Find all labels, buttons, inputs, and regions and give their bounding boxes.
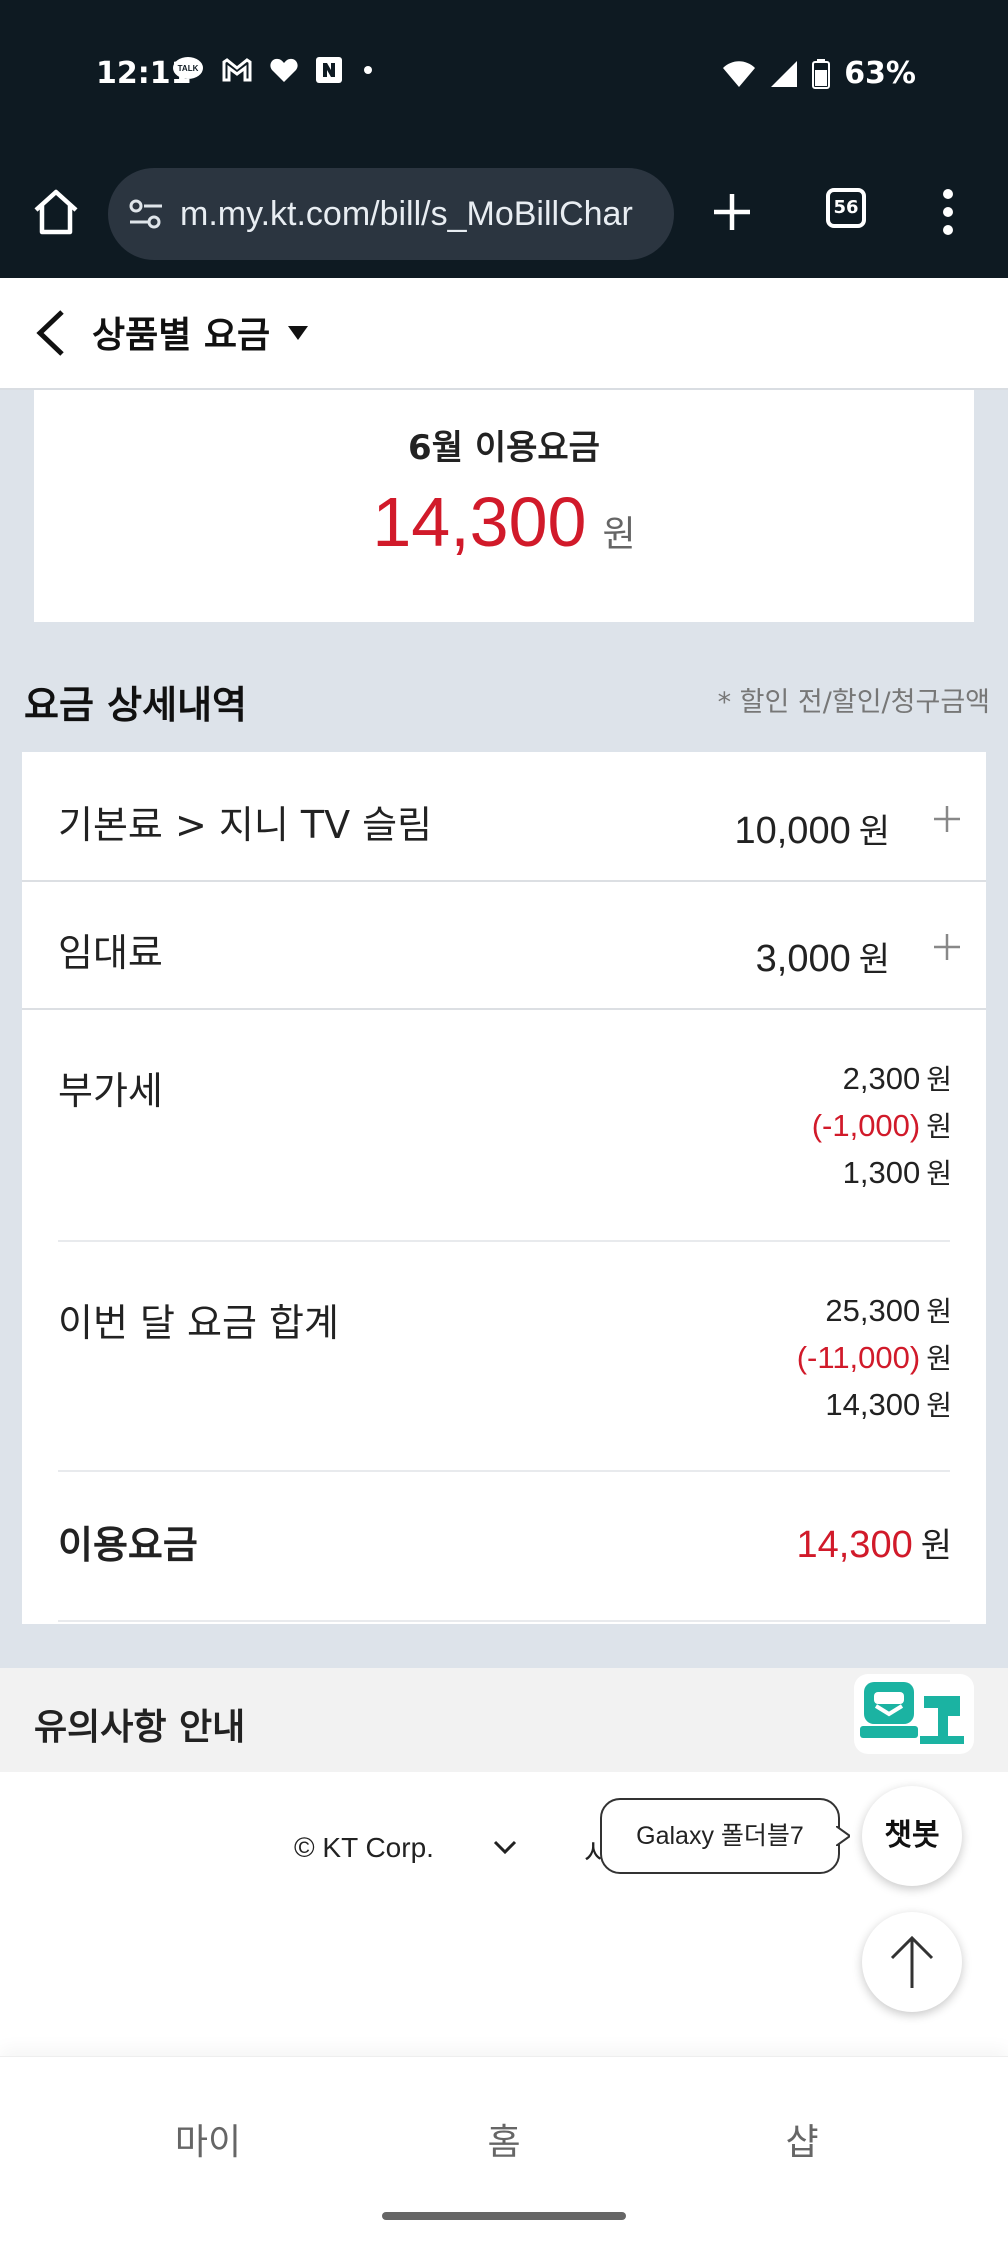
battery-percent: 63%	[844, 56, 916, 91]
detail-row-vat: 부가세 2,300 원 (-1,000) 원 1,300 원	[22, 1010, 986, 1230]
nav-home[interactable]: 홈	[424, 2113, 584, 2165]
arrow-up-icon	[890, 1935, 934, 1988]
chatbot-button[interactable]: 챗봇	[862, 1786, 962, 1886]
site-settings-icon[interactable]	[126, 194, 166, 234]
more-menu-icon[interactable]	[940, 186, 956, 238]
notification-icons: TALK	[172, 56, 376, 84]
usage-fee-amount: 14,300	[796, 1524, 913, 1566]
summary-amount: 14,300	[372, 483, 587, 561]
detail-row-month-total: 이번 달 요금 합계 25,300 원 (-11,000) 원 14,300 원	[22, 1242, 986, 1468]
footer: © KT Corp. 시 Galaxy 폴더블7 챗봇	[0, 1772, 1008, 2056]
new-tab-icon[interactable]	[706, 186, 758, 238]
usage-fee-value: 14,300 원	[796, 1518, 952, 1567]
expand-plus-icon[interactable]	[932, 932, 962, 962]
monthly-summary-card: 6월 이용요금 14,300 원	[34, 390, 974, 622]
charge-details-card: 기본료 > 지니 TV 슬림 10,000 원 임대료 3,000 원 부가세 2,…	[22, 752, 986, 1624]
chevron-down-icon[interactable]	[492, 1838, 518, 1856]
scroll-top-button[interactable]	[862, 1912, 962, 2012]
row-label: 임대료	[58, 931, 163, 975]
address-bar[interactable]: m.my.kt.com/bill/s_MoBillChar	[108, 168, 674, 260]
status-bar: 12:11 TALK 63%	[0, 0, 1008, 150]
row-label: 기본료 > 지니 TV 슬림	[58, 803, 433, 847]
naver-icon	[316, 57, 342, 83]
row-unit: 원	[858, 812, 890, 852]
gmail-icon	[222, 58, 252, 82]
page-header: 상품별 요금	[0, 278, 1008, 390]
talk-icon: TALK	[173, 57, 203, 83]
row-unit: 원	[858, 940, 890, 980]
dot-icon	[364, 66, 372, 74]
row-label: 이번 달 요금 합계	[58, 1301, 339, 1345]
details-section-title: 요금 상세내역	[24, 683, 247, 727]
page-title[interactable]: 상품별 요금	[92, 306, 270, 358]
vat-billed: 1,300 원	[842, 1155, 952, 1190]
total-before: 25,300 원	[825, 1293, 952, 1328]
detail-row-rental[interactable]: 임대료 3,000 원	[22, 882, 986, 1008]
usage-fee-label: 이용요금	[58, 1523, 198, 1567]
back-arrow-icon[interactable]	[32, 308, 72, 358]
total-discount: (-11,000) 원	[796, 1340, 952, 1375]
summary-unit: 원	[602, 514, 636, 555]
home-icon[interactable]	[30, 186, 82, 238]
signal-icon	[771, 60, 798, 87]
browser-toolbar: m.my.kt.com/bill/s_MoBillChar 56	[0, 150, 1008, 278]
row-value: 3,000 원	[756, 932, 890, 981]
vat-before: 2,300 원	[842, 1061, 952, 1096]
status-right: 63%	[722, 56, 916, 91]
tooltip-tail	[836, 1826, 850, 1846]
gesture-bar[interactable]	[382, 2212, 626, 2220]
row-amount: 3,000	[755, 938, 851, 980]
mascot-icon[interactable]	[852, 1672, 976, 1756]
notice-title: 유의사항 안내	[34, 1707, 246, 1748]
copyright: © KT Corp.	[294, 1832, 434, 1863]
usage-fee-unit: 원	[920, 1526, 952, 1566]
row-label: 부가세	[58, 1069, 163, 1113]
total-billed: 14,300 원	[825, 1387, 952, 1422]
divider	[58, 1620, 950, 1622]
expand-plus-icon[interactable]	[932, 804, 962, 834]
nav-shop[interactable]: 샵	[722, 2113, 882, 2165]
row-amount: 10,000	[734, 810, 851, 852]
detail-row-base-fee[interactable]: 기본료 > 지니 TV 슬림 10,000 원	[22, 752, 986, 880]
url-text: m.my.kt.com/bill/s_MoBillChar	[180, 194, 633, 233]
caret-down-icon[interactable]	[288, 326, 308, 340]
vat-discount: (-1,000) 원	[811, 1108, 952, 1143]
row-value: 10,000 원	[734, 804, 890, 853]
battery-icon	[812, 58, 831, 89]
detail-row-usage-fee: 이용요금 14,300 원	[22, 1472, 986, 1622]
summary-amount-wrap: 14,300 원	[34, 482, 974, 562]
tab-switcher-button[interactable]: 56	[826, 188, 866, 228]
promo-tooltip[interactable]: Galaxy 폴더블7	[600, 1798, 840, 1874]
details-note: * 할인 전/할인/청구금액	[717, 687, 990, 718]
wifi-icon	[723, 60, 756, 87]
month-total-values: 25,300 원 (-11,000) 원 14,300 원	[797, 1288, 952, 1429]
summary-label: 6월 이용요금	[408, 428, 600, 468]
nav-my[interactable]: 마이	[128, 2113, 288, 2165]
heart-icon	[270, 58, 298, 82]
vat-values: 2,300 원 (-1,000) 원 1,300 원	[812, 1056, 952, 1197]
svg-text:TALK: TALK	[178, 64, 199, 73]
